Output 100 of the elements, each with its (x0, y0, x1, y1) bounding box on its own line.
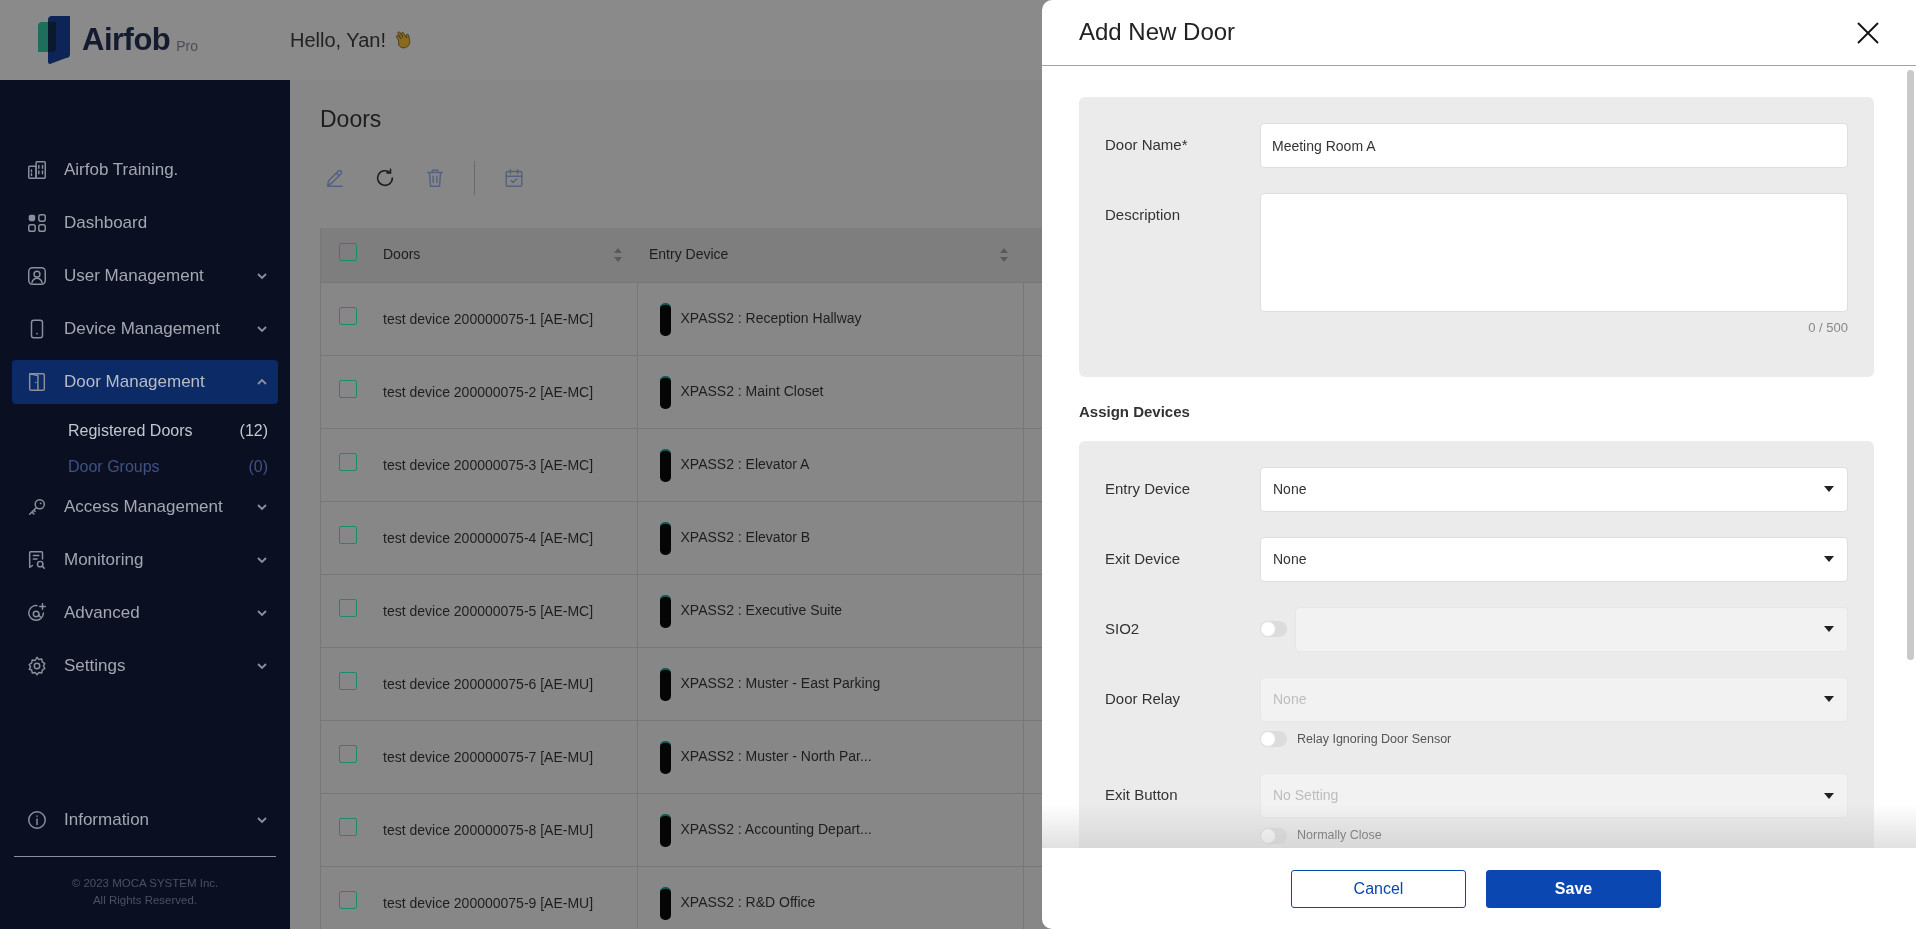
greeting-text: Hello, Yan! (290, 28, 386, 53)
copyright-text: © 2023 MOCA SYSTEM Inc. All Rights Reserved. (14, 855, 276, 909)
checkbox[interactable] (339, 599, 357, 618)
table-cell: XPASS2 : Maint Closet (680, 382, 824, 399)
cancel-button[interactable]: Cancel (1291, 869, 1466, 908)
caret-down-icon (1823, 485, 1835, 493)
chevron-down-icon (256, 323, 268, 335)
field-label: SIO2 (1105, 618, 1141, 639)
option-label: Normally Close (1297, 827, 1382, 845)
caret-down-icon (1823, 625, 1835, 633)
table-cell: XPASS2 : Muster - North Par... (680, 747, 872, 764)
field-label: Door Relay (1105, 688, 1182, 709)
table-cell: test device 200000075-1 [AE-MC] (383, 310, 594, 327)
device-icon (659, 813, 671, 847)
sidebar-item[interactable]: Device Management (12, 307, 278, 351)
column-header[interactable]: Doors (383, 244, 421, 266)
table-cell: test device 200000075-8 [AE-MU] (383, 821, 594, 838)
sidebar-item[interactable]: Access Management (12, 485, 278, 529)
table-cell: XPASS2 : Muster - East Parking (680, 674, 881, 691)
logo-suffix-text: Pro (176, 36, 199, 56)
field-label: Exit Button (1105, 785, 1179, 806)
building-icon (26, 159, 48, 181)
submenu-item[interactable]: Registered Doors (12) (12, 413, 278, 449)
device-icon (659, 740, 671, 774)
device-icon (659, 594, 671, 628)
checkbox[interactable] (339, 526, 357, 545)
table-cell: XPASS2 : Accounting Depart... (680, 820, 872, 837)
chevron-down-icon (256, 660, 268, 672)
save-button[interactable]: Save (1486, 869, 1661, 908)
device-icon (659, 521, 671, 555)
calendar-check-icon (503, 166, 525, 189)
select-field[interactable]: None (1260, 536, 1848, 582)
checkbox[interactable] (339, 818, 357, 837)
sidebar-item[interactable]: Airfob Training. (12, 148, 278, 192)
user-icon (26, 265, 48, 287)
field-label: Exit Device (1105, 548, 1182, 569)
sidebar-item[interactable]: Advanced (12, 591, 278, 635)
sidebar-item[interactable]: Monitoring (12, 538, 278, 582)
logo-icon (36, 14, 72, 66)
chevron-down-icon (256, 554, 268, 566)
checkbox[interactable] (339, 891, 357, 910)
sidebar-item[interactable]: Information (12, 797, 278, 842)
field-label: Door Name* (1105, 135, 1189, 155)
table-cell: test device 200000075-7 [AE-MU] (383, 748, 594, 765)
scrollbar[interactable] (1907, 70, 1914, 660)
chevron-down-icon (256, 607, 268, 619)
table-cell: XPASS2 : R&D Office (680, 894, 816, 911)
character-counter: 0 / 500 (1808, 319, 1848, 337)
checkbox[interactable] (339, 453, 357, 472)
select-field[interactable]: None (1260, 466, 1848, 512)
table-cell: XPASS2 : Reception Hallway (680, 309, 862, 326)
checkbox[interactable] (339, 242, 357, 261)
dashboard-icon (26, 212, 48, 234)
refresh-icon (374, 166, 396, 189)
caret-down-icon (1823, 555, 1835, 563)
section-heading: Assign Devices (1079, 402, 1191, 421)
page-title: Doors (320, 106, 383, 134)
device-icon (659, 448, 671, 482)
close-icon (1856, 20, 1880, 45)
chevron-down-icon (256, 501, 268, 513)
sidebar-item[interactable]: Settings (12, 644, 278, 688)
option-label: Relay Ignoring Door Sensor (1297, 730, 1452, 748)
sort-icon (999, 246, 1009, 263)
field-label: Entry Device (1105, 478, 1192, 499)
caret-down-icon (1823, 791, 1835, 800)
add-circle-icon (26, 602, 48, 624)
checkbox[interactable] (339, 380, 357, 399)
key-icon (26, 496, 48, 518)
table-cell: XPASS2 : Elevator A (680, 455, 810, 472)
logo-text: Airfob (82, 20, 171, 59)
table-cell: test device 200000075-9 [AE-MU] (383, 894, 594, 911)
sidebar-item[interactable]: Door Management (12, 360, 278, 404)
description-field[interactable] (1260, 193, 1848, 312)
info-icon (26, 808, 48, 831)
table-cell: XPASS2 : Elevator B (680, 528, 811, 545)
sidebar-item[interactable]: Dashboard (12, 201, 278, 245)
table-cell: test device 200000075-3 [AE-MC] (383, 456, 594, 473)
report-icon (26, 549, 48, 571)
device-icon (659, 375, 671, 409)
checkbox[interactable] (339, 745, 357, 764)
caret-down-icon (1823, 695, 1835, 703)
settings-icon (26, 655, 48, 677)
field-label: Description (1105, 205, 1182, 225)
table-cell: test device 200000075-4 [AE-MC] (383, 529, 594, 546)
checkbox[interactable] (339, 307, 357, 326)
device-icon (659, 667, 671, 701)
text-field[interactable]: Meeting Room A (1260, 123, 1848, 168)
door-icon (26, 371, 48, 393)
close-button[interactable] (1856, 20, 1880, 45)
device-icon (659, 302, 671, 336)
device-icon (659, 886, 671, 920)
column-header[interactable]: Entry Device (649, 244, 729, 266)
checkbox[interactable] (339, 672, 357, 691)
table-cell: test device 200000075-2 [AE-MC] (383, 383, 594, 400)
table-cell: XPASS2 : Executive Suite (680, 601, 843, 618)
sidebar-item[interactable]: User Management (12, 254, 278, 298)
chevron-down-icon (256, 270, 268, 282)
table-cell: test device 200000075-5 [AE-MC] (383, 602, 594, 619)
sort-icon (613, 246, 623, 263)
modal-title: Add New Door (1079, 18, 1236, 47)
